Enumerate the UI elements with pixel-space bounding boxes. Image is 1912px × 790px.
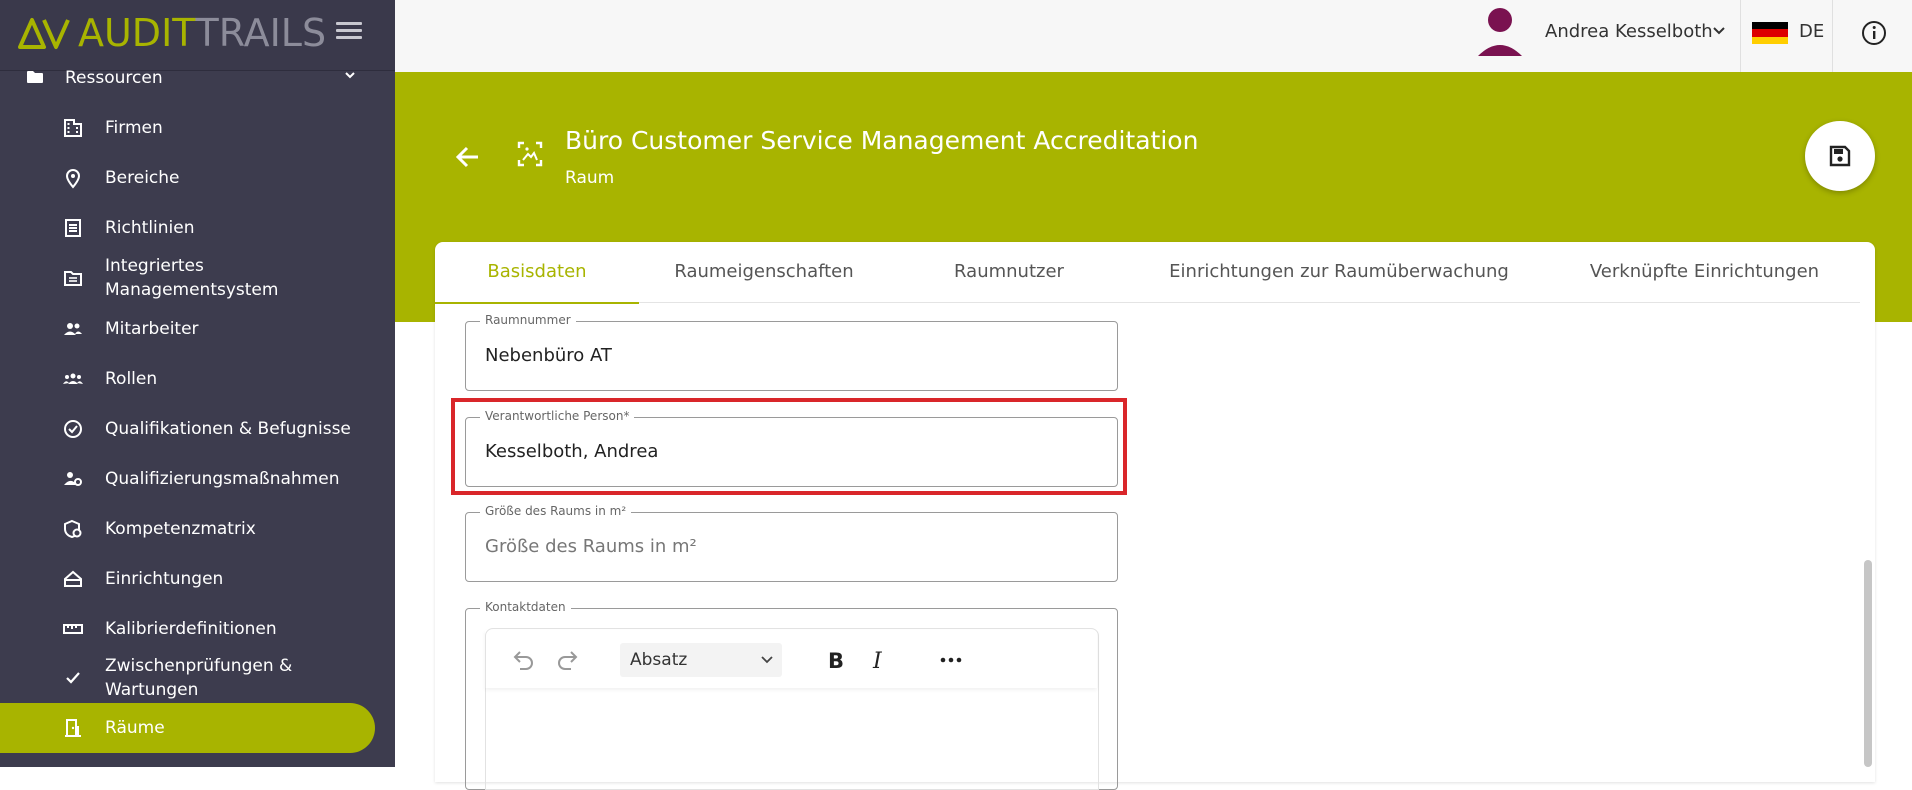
paragraph-style-value: Absatz <box>630 650 688 670</box>
german-flag-icon[interactable] <box>1752 22 1788 44</box>
tab-raumnutzer[interactable]: Raumnutzer <box>889 242 1129 302</box>
sidebar-item-label: Kalibrierdefinitionen <box>105 619 277 639</box>
sidebar-item-bereiche[interactable]: Bereiche <box>0 166 395 190</box>
sidebar-item-label: Einrichtungen <box>105 569 224 589</box>
sidebar-group-label: Ressourcen <box>65 68 163 88</box>
sidebar-item-integriertes-managementsystem[interactable]: Integriertes Managementsystem <box>0 254 395 302</box>
sidebar-item-label: Integriertes Managementsystem <box>105 256 279 300</box>
tab-bar: Basisdaten Raumeigenschaften Raumnutzer … <box>435 242 1860 304</box>
people-icon <box>64 323 82 335</box>
location-pin-icon <box>65 169 81 189</box>
chevron-down-icon[interactable] <box>1712 25 1726 37</box>
folder-icon <box>27 71 43 83</box>
sidebar-item-label: Qualifikationen & Befugnisse <box>105 419 351 439</box>
language-selector[interactable]: DE <box>1799 21 1824 42</box>
sidebar-item-label: Räume <box>105 718 165 738</box>
sidebar-item-label: Kompetenzmatrix <box>105 519 256 539</box>
room-size-field[interactable]: Größe des Raums in m² Größe des Raums in… <box>465 504 1118 582</box>
check-icon <box>66 672 80 684</box>
field-value: Nebenbüro AT <box>485 345 612 366</box>
italic-icon[interactable]: I <box>865 647 891 673</box>
info-icon[interactable] <box>1861 20 1887 46</box>
sidebar-item-raeume[interactable]: Räume <box>0 703 375 753</box>
chevron-down-icon <box>761 656 773 664</box>
field-label: Kontaktdaten <box>480 600 571 614</box>
app-logo[interactable]: AUDIT TRAILS <box>18 12 326 54</box>
sidebar-item-firmen[interactable]: Firmen <box>0 116 395 140</box>
undo-icon[interactable] <box>510 647 536 673</box>
sidebar-item-label: Firmen <box>105 118 163 138</box>
sidebar-item-qualifikationen[interactable]: Qualifikationen & Befugnisse <box>0 417 395 441</box>
sidebar-item-qualifizierungsmassnahmen[interactable]: Qualifizierungsmaßnahmen <box>0 467 395 491</box>
user-avatar-icon[interactable] <box>1476 6 1524 58</box>
back-arrow-icon[interactable] <box>454 145 482 169</box>
sidebar-item-label: Mitarbeiter <box>105 319 199 339</box>
save-icon <box>1829 145 1851 167</box>
logo-mark-icon <box>18 18 70 49</box>
sidebar-item-label: Bereiche <box>105 168 180 188</box>
field-label: Verantwortliche Person* <box>480 409 635 423</box>
person-settings-icon <box>64 472 82 486</box>
user-name[interactable]: Andrea Kesselboth <box>1545 21 1713 42</box>
redo-icon[interactable] <box>555 647 581 673</box>
responsible-person-field[interactable]: Verantwortliche Person* Kesselboth, Andr… <box>465 409 1118 487</box>
door-icon <box>65 719 81 737</box>
field-value: Kesselboth, Andrea <box>485 441 659 462</box>
building-icon <box>64 119 82 137</box>
bold-icon[interactable]: B <box>822 647 848 673</box>
divider <box>1832 0 1833 72</box>
sidebar: AUDIT TRAILS Ressourcen Firmen Bereiche R… <box>0 0 395 767</box>
save-button[interactable] <box>1805 121 1875 191</box>
tab-raumeigenschaften[interactable]: Raumeigenschaften <box>639 242 889 302</box>
field-label: Raumnummer <box>480 313 576 327</box>
room-number-field[interactable]: Raumnummer Nebenbüro AT <box>465 313 1118 391</box>
more-options-icon[interactable] <box>938 647 964 673</box>
house-icon <box>64 570 82 587</box>
sidebar-item-label: Qualifizierungsmaßnahmen <box>105 469 340 489</box>
document-list-icon <box>65 219 81 237</box>
sidebar-group-ressourcen[interactable]: Ressourcen <box>0 62 395 94</box>
sidebar-item-einrichtungen[interactable]: Einrichtungen <box>0 567 395 591</box>
hamburger-menu-icon[interactable] <box>336 20 362 42</box>
ruler-icon <box>63 624 83 634</box>
svg-text:B: B <box>828 649 844 673</box>
shield-matrix-icon <box>64 519 82 539</box>
sidebar-item-kalibrierdefinitionen[interactable]: Kalibrierdefinitionen <box>0 617 395 641</box>
groups-icon <box>63 373 83 384</box>
sidebar-item-rollen[interactable]: Rollen <box>0 367 395 391</box>
sidebar-item-label: Rollen <box>105 369 158 389</box>
paragraph-style-select[interactable]: Absatz <box>620 643 782 677</box>
tab-verknuepfte-einrichtungen[interactable]: Verknüpfte Einrichtungen <box>1549 242 1860 302</box>
sidebar-header: AUDIT TRAILS <box>0 0 395 71</box>
tab-einrichtungen-raumueberwachung[interactable]: Einrichtungen zur Raumüberwachung <box>1129 242 1549 302</box>
logo-text-audit: AUDIT <box>78 11 196 55</box>
folder-list-icon <box>64 271 82 286</box>
room-image-icon <box>517 141 543 167</box>
verified-badge-icon <box>64 420 82 438</box>
scrollbar[interactable] <box>1864 560 1872 767</box>
sidebar-item-kompetenzmatrix[interactable]: Kompetenzmatrix <box>0 517 395 541</box>
sidebar-item-zwischenpruefungen[interactable]: Zwischenprüfungen & Wartungen <box>0 654 395 702</box>
field-placeholder: Größe des Raums in m² <box>485 536 697 557</box>
sidebar-item-mitarbeiter[interactable]: Mitarbeiter <box>0 317 395 341</box>
field-label: Größe des Raums in m² <box>480 504 632 518</box>
tab-basisdaten[interactable]: Basisdaten <box>435 242 639 304</box>
sidebar-item-label: Zwischenprüfungen & Wartungen <box>105 656 293 700</box>
sidebar-item-richtlinien[interactable]: Richtlinien <box>0 216 395 240</box>
sidebar-item-label: Richtlinien <box>105 218 195 238</box>
chevron-down-icon <box>345 72 355 79</box>
svg-text:I: I <box>872 649 883 673</box>
page-title: Büro Customer Service Management Accredi… <box>565 126 1199 155</box>
page-subtitle: Raum <box>565 168 615 188</box>
divider <box>1740 0 1741 72</box>
logo-text-trails: TRAILS <box>195 11 327 55</box>
